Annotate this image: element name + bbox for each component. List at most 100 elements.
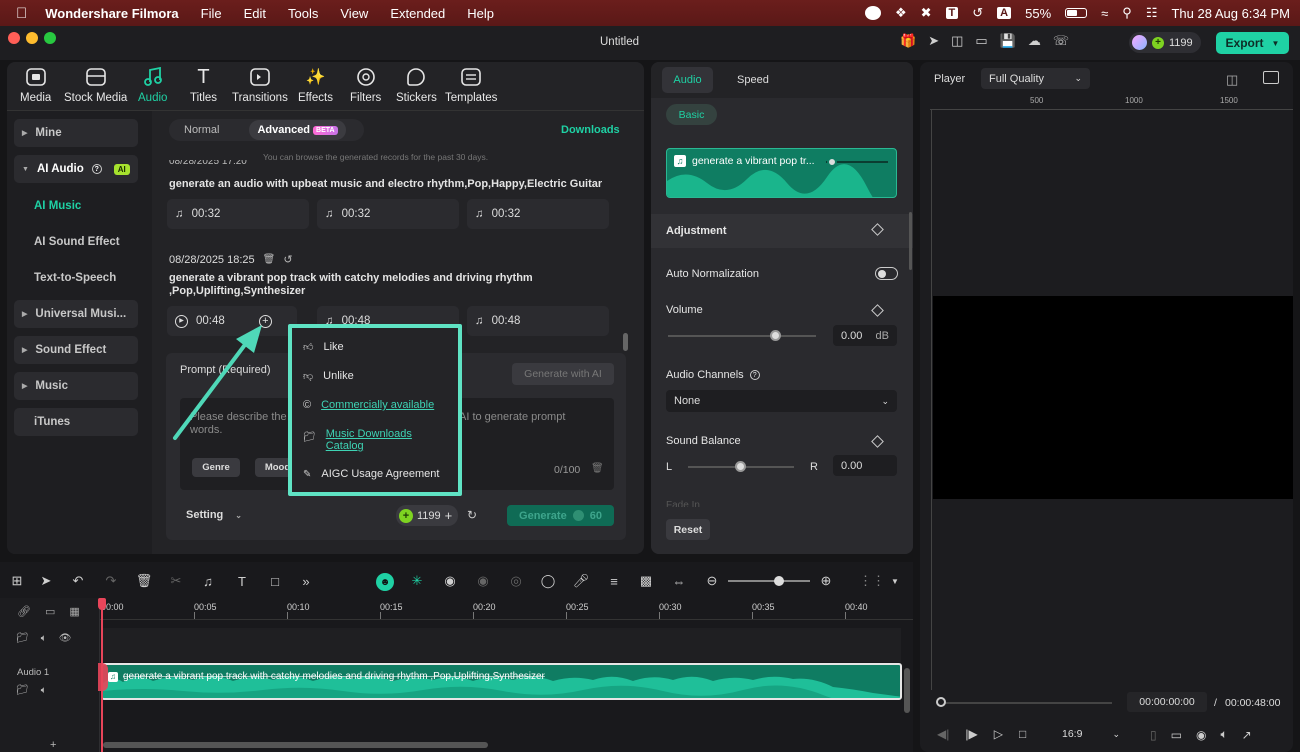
balance-slider-handle[interactable] [735,461,746,472]
tab-stock-media[interactable]: Stock Media [64,66,127,104]
quality-select[interactable]: Full Quality ⌄ [981,68,1090,89]
volume-icon[interactable]: 🔈︎ [41,633,47,644]
help-icon[interactable]: ? [749,370,760,380]
send-icon[interactable]: ➤ [928,33,939,49]
menu-file[interactable]: File [201,6,222,21]
app-menu[interactable]: Wondershare Filmora [45,6,178,21]
timeline-h-scrollbar[interactable] [103,742,488,748]
clip-item[interactable]: ♫ 00:32 [167,199,309,229]
aspect-select[interactable]: 16:9 ⌄ [1056,724,1126,744]
redo-icon[interactable]: ↷ [103,573,119,589]
undo-icon[interactable]: ↶ [70,573,86,589]
credits-pill[interactable]: + 1199 [1129,32,1201,53]
gift-icon[interactable]: 🎁 [900,33,916,49]
balance-input[interactable]: 0.00 [833,455,897,476]
fullscreen-icon[interactable]: ↗ [1242,728,1252,742]
menu-edit[interactable]: Edit [244,6,266,21]
menu-item-commercially-available[interactable]: © Commercially available [303,399,434,411]
add-track-button[interactable]: + [50,739,56,751]
generate-button[interactable]: Generate 60 [507,505,614,526]
sidebar-item-ai-audio[interactable]: ▼ AI Audio? AI [14,155,138,183]
apple-icon[interactable]:  [16,5,27,22]
tool-icon[interactable]: ✖ [921,5,932,21]
playhead-handle[interactable] [98,598,106,610]
reset-button[interactable]: Reset [666,519,710,540]
tab-media[interactable]: Media [20,66,51,104]
sidebar-item-music[interactable]: ▶ Music [14,372,138,400]
delete-icon[interactable]: 🗑︎ [136,573,153,589]
support-headset-icon[interactable]: ☏ [1053,33,1069,49]
tab-effects[interactable]: ✨ Effects [298,66,333,104]
zoom-out-icon[interactable]: ⊖ [704,573,720,589]
panel-scrollbar[interactable] [909,212,912,270]
volume-slider-handle[interactable] [770,330,782,341]
sidebar-item-universal-music[interactable]: ▶ Universal Musi... [14,300,138,328]
tab-audio-props[interactable]: Audio [662,67,713,93]
screen-record-icon[interactable]: ◉ [475,573,491,589]
cloud-upload-icon[interactable]: ☁ [1028,33,1041,49]
clip-start-marker[interactable] [98,663,108,691]
tab-titles[interactable]: T Titles [190,66,217,105]
control-center-icon[interactable]: ☷ [1146,5,1158,21]
clip-preview-handle[interactable] [827,157,837,167]
chevron-down-icon[interactable]: ▼ [887,573,903,589]
tab-basic[interactable]: Basic [666,104,717,125]
regenerate-icon[interactable]: ↺ [283,253,292,266]
auto-normalization-toggle[interactable] [875,267,898,280]
menu-view[interactable]: View [340,6,368,21]
menu-tools[interactable]: Tools [288,6,318,21]
snap-icon[interactable]: ✳ [409,573,425,589]
record-status-icon[interactable] [864,6,881,20]
list-scrollbar[interactable] [623,333,628,351]
cut-scissors-icon[interactable]: ✂ [168,573,184,589]
folder-lock-icon[interactable]: 📁︎ [16,633,29,644]
tab-advanced[interactable]: Advanced BETA [249,120,346,140]
eye-icon[interactable]: 👁︎ [59,633,72,644]
clip-item[interactable]: ♫ 00:32 [317,199,459,229]
menu-item-aigc-agreement[interactable]: ✎ AIGC Usage Agreement [303,468,439,480]
microphone-icon[interactable]: 🎤︎ [573,573,590,589]
ai-face-icon[interactable]: ☻ [376,573,394,591]
t-menu-icon[interactable]: T [945,7,959,19]
crop-icon[interactable]: □ [267,573,283,589]
clip-item[interactable]: ♫ 00:32 [467,199,609,229]
audio-edit-icon[interactable]: ♫ [200,573,216,589]
play-back-frame-icon[interactable]: |▶ [965,727,977,741]
credits-badge[interactable]: + 1199 + [396,505,459,526]
tab-filters[interactable]: Filters [350,66,381,104]
genre-button[interactable]: Genre [192,458,240,477]
save-icon[interactable]: 💾 [1000,33,1016,49]
subtitle-icon[interactable]: ≡ [606,573,622,589]
camera-icon[interactable]: ◉ [1196,728,1206,742]
display-icon[interactable]: ▭ [1171,728,1182,742]
clear-prompt-icon[interactable]: 🗑 [591,463,604,474]
stop-icon[interactable]: □ [1019,727,1026,741]
trash-icon[interactable]: 🗑 [263,254,276,265]
input-source-icon[interactable]: A [997,7,1012,19]
track-manager-icon[interactable]: ▦ [69,605,79,618]
presets-icon[interactable]: ◫ [951,33,963,49]
track-settings-icon[interactable]: ⋮⋮ [859,573,885,589]
menu-item-like[interactable]: 👍︎ Like [303,341,344,353]
time-machine-icon[interactable]: ↺ [972,5,983,21]
sidebar-item-sound-effect[interactable]: ▶ Sound Effect [14,336,138,364]
minimize-window-button[interactable] [26,32,38,44]
refresh-icon[interactable]: ↻ [467,508,477,522]
zoom-window-button[interactable] [44,32,56,44]
snapshot-image-icon[interactable] [1263,71,1279,84]
tab-normal[interactable]: Normal [184,124,219,136]
auto-reframe-icon[interactable]: ◉ [442,573,458,589]
add-track-icon[interactable]: ▭ [45,605,55,618]
help-icon[interactable]: ? [91,164,102,174]
text-tool-icon[interactable]: T [234,573,250,589]
menu-item-unlike[interactable]: 👎︎ Unlike [303,370,354,382]
sidebar-item-ai-music[interactable]: AI Music [14,192,138,220]
playback-progress-track[interactable] [940,702,1112,704]
pip-icon[interactable]: ▩ [638,573,654,589]
audio-channels-select[interactable]: None ⌄ [666,390,897,412]
grid-view-icon[interactable]: ◫ [1226,72,1238,88]
volume-slider-track[interactable] [668,335,816,337]
timeline-zoom-handle[interactable] [773,576,784,586]
generate-with-ai-button[interactable]: Generate with AI [512,363,614,385]
tab-transitions[interactable]: Transitions [232,66,288,104]
